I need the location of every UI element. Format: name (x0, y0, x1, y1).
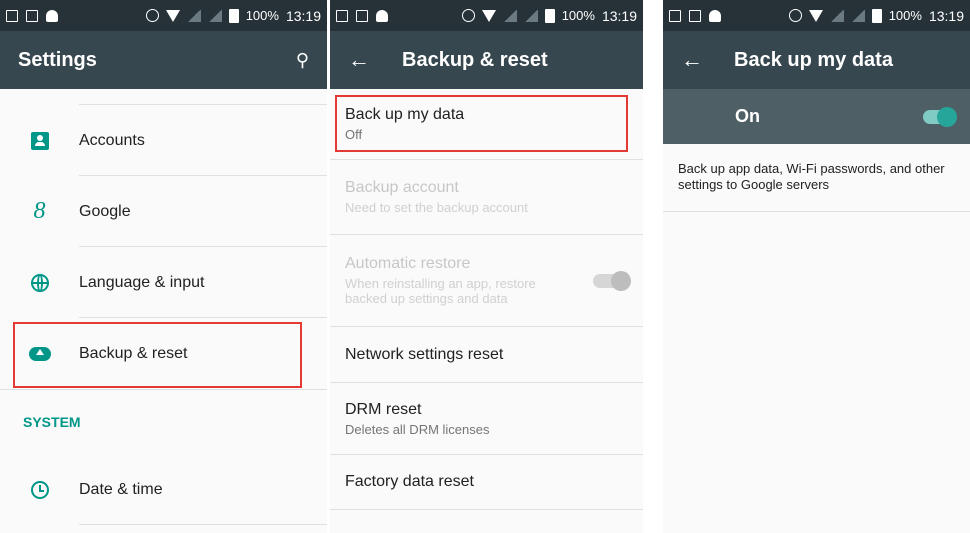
settings-item-backup-reset[interactable]: Backup & reset (0, 318, 327, 389)
screenshot-icon (6, 9, 18, 22)
section-header-system: SYSTEM (0, 389, 327, 454)
gmail-icon (26, 9, 38, 22)
option-summary: Deletes all DRM licenses (345, 421, 490, 437)
screenshot-icon (669, 9, 681, 22)
clock-time: 13:19 (928, 7, 964, 24)
status-bar: 100% 13:19 (663, 0, 970, 31)
settings-item-accounts[interactable]: Accounts (0, 105, 327, 176)
clock-time: 13:19 (601, 7, 637, 24)
alarm-icon (145, 9, 159, 22)
account-box-icon (30, 131, 49, 150)
option-back-up-my-data[interactable]: Back up my data Off (330, 89, 643, 160)
alarm-icon (788, 9, 802, 22)
settings-item-label: Language & input (79, 273, 205, 291)
battery-percent: 100% (561, 8, 595, 23)
page-title: Back up my data (734, 48, 893, 71)
back-arrow-icon[interactable]: ← (348, 47, 386, 73)
battery-icon (871, 8, 882, 23)
option-title: DRM reset (345, 400, 422, 418)
settings-item-date-time[interactable]: Date & time (0, 454, 327, 525)
settings-item-label: Google (79, 202, 131, 220)
backup-description: Back up app data, Wi-Fi passwords, and o… (663, 144, 970, 212)
app-bar: ← Back up my data (663, 31, 970, 89)
option-factory-data-reset[interactable]: Factory data reset (330, 455, 643, 510)
gmail-icon (689, 9, 701, 22)
android-icon (709, 9, 721, 22)
google-icon: 8 (33, 198, 46, 224)
option-network-settings-reset[interactable]: Network settings reset (330, 327, 643, 383)
backup-reset-screen: 100% 13:19 ← Backup & reset Back up my d… (330, 0, 643, 533)
backup-options-list: Back up my data Off Backup account Need … (330, 89, 643, 510)
alarm-icon (461, 9, 475, 22)
option-title: Back up my data (345, 106, 465, 123)
battery-icon (544, 8, 555, 23)
settings-item-label: Date & time (79, 480, 163, 498)
settings-list: Accounts 8 Google Language & input Backu… (0, 89, 327, 525)
globe-icon (30, 273, 49, 292)
android-icon (46, 9, 58, 22)
option-drm-reset[interactable]: DRM reset Deletes all DRM licenses (330, 383, 643, 455)
automatic-restore-toggle (593, 270, 631, 291)
settings-item-language[interactable]: Language & input (0, 247, 327, 318)
settings-item-google[interactable]: 8 Google (0, 176, 327, 247)
status-bar: 100% 13:19 (0, 0, 327, 31)
clock-time: 13:19 (285, 7, 321, 24)
option-title: Automatic restore (345, 255, 471, 272)
option-title: Factory data reset (345, 473, 474, 490)
page-title: Settings (18, 48, 97, 71)
signal-icon (207, 9, 222, 22)
settings-item-label: Accounts (79, 131, 145, 149)
switch-state-label: On (735, 106, 760, 126)
settings-item-label: Backup & reset (79, 344, 188, 362)
screenshot-icon (336, 9, 348, 22)
master-switch-bar[interactable]: On (663, 89, 970, 144)
option-summary: When reinstalling an app, restore backed… (345, 276, 536, 306)
signal-icon (850, 9, 865, 22)
signal-icon (829, 9, 844, 22)
search-icon[interactable]: ⚲ (296, 50, 309, 71)
signal-icon (186, 9, 201, 22)
signal-icon (502, 9, 517, 22)
backup-toggle[interactable] (923, 106, 957, 127)
option-summary: Need to set the backup account (345, 200, 528, 215)
wifi-icon (165, 9, 180, 22)
back-arrow-icon[interactable]: ← (681, 47, 719, 73)
cloud-upload-icon (28, 346, 51, 361)
page-title: Backup & reset (402, 48, 548, 71)
battery-icon (228, 8, 239, 23)
gmail-icon (356, 9, 368, 22)
battery-percent: 100% (888, 8, 922, 23)
option-summary: Off (345, 127, 363, 142)
option-automatic-restore: Automatic restore When reinstalling an a… (330, 235, 643, 327)
app-bar: ← Backup & reset (330, 31, 643, 89)
wifi-icon (808, 9, 823, 22)
back-up-my-data-screen: 100% 13:19 ← Back up my data On Back up … (663, 0, 970, 533)
app-bar: Settings ⚲ (0, 31, 327, 89)
option-title: Network settings reset (345, 345, 504, 363)
option-title: Backup account (345, 179, 459, 196)
settings-screen: 100% 13:19 Settings ⚲ Accounts 8 Google … (0, 0, 327, 533)
android-icon (376, 9, 388, 22)
wifi-icon (481, 9, 496, 22)
battery-percent: 100% (245, 8, 279, 23)
clock-icon (30, 480, 49, 499)
signal-icon (523, 9, 538, 22)
status-bar: 100% 13:19 (330, 0, 643, 31)
option-backup-account: Backup account Need to set the backup ac… (330, 160, 643, 235)
